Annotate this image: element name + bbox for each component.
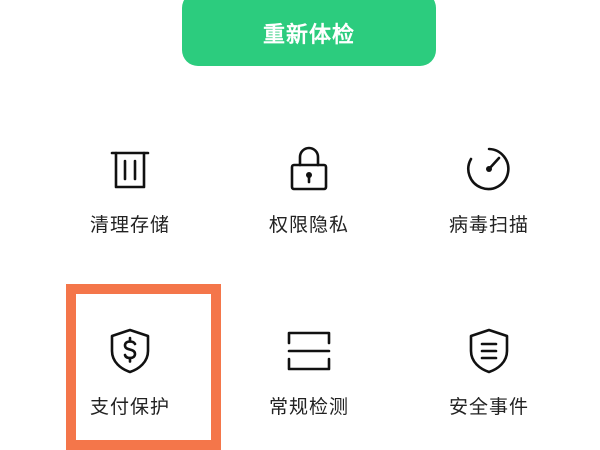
lock-icon bbox=[285, 145, 333, 193]
tool-label: 支付保护 bbox=[89, 396, 170, 418]
security-tools-panel: 重新体检 清理存储 权限隐私 病毒扫描 支付保护 常规检测 安全事件 bbox=[0, 0, 600, 450]
tool-virus-scan[interactable]: 病毒扫描 bbox=[399, 105, 579, 255]
gauge-icon bbox=[465, 145, 513, 193]
tool-routine-check[interactable]: 常规检测 bbox=[219, 287, 399, 437]
tool-label: 清理存储 bbox=[89, 214, 170, 236]
scan-frame-icon bbox=[285, 327, 333, 375]
tool-label: 病毒扫描 bbox=[448, 214, 529, 236]
tool-payment-protection[interactable]: 支付保护 bbox=[40, 287, 220, 437]
shield-list-icon bbox=[465, 327, 513, 375]
tool-clean-storage[interactable]: 清理存储 bbox=[40, 105, 220, 255]
tool-label: 安全事件 bbox=[448, 396, 529, 418]
tool-security-events[interactable]: 安全事件 bbox=[399, 287, 579, 437]
tool-label: 常规检测 bbox=[268, 396, 349, 418]
trash-icon bbox=[106, 145, 154, 193]
recheck-button[interactable]: 重新体检 bbox=[182, 0, 436, 66]
tool-permission-privacy[interactable]: 权限隐私 bbox=[219, 105, 399, 255]
shield-dollar-icon bbox=[106, 327, 154, 375]
tool-label: 权限隐私 bbox=[268, 214, 349, 236]
